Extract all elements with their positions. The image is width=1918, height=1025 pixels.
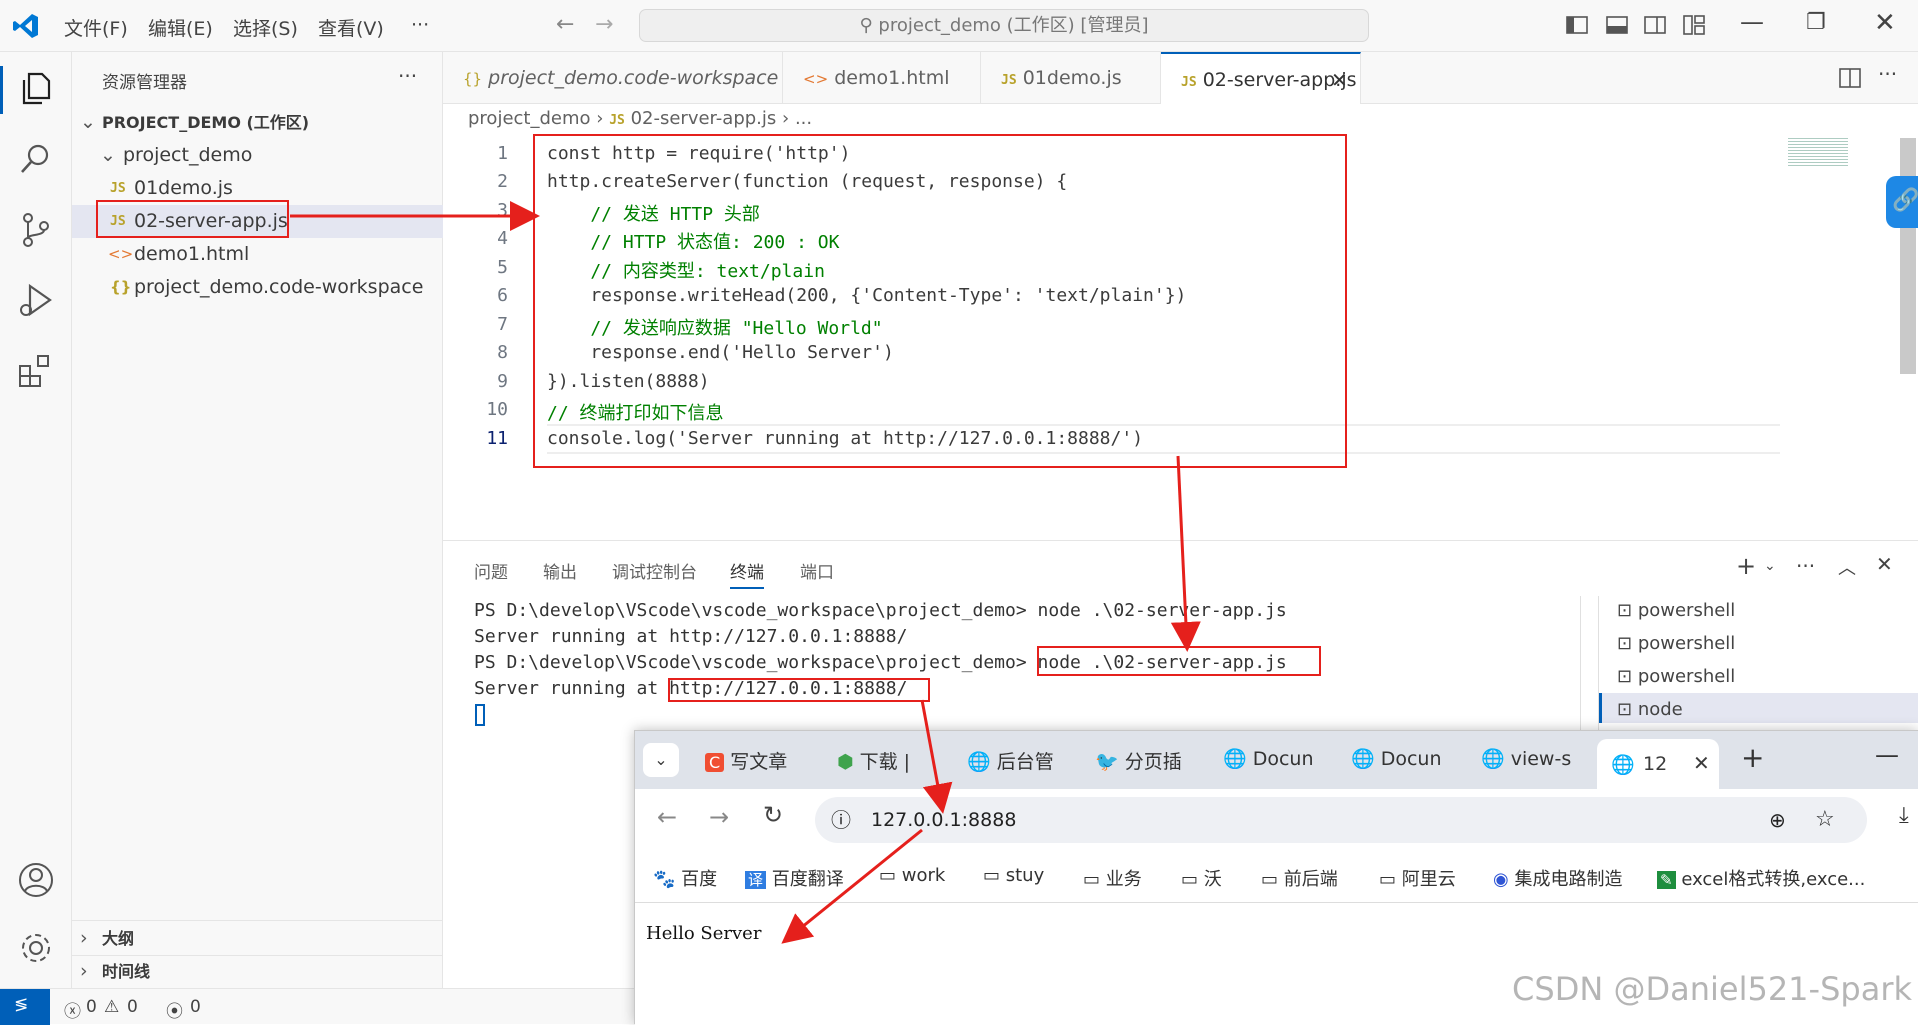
- arrow: [1170, 455, 1201, 652]
- watermark: CSDN @Daniel521-Spark: [1512, 970, 1912, 1008]
- arrow: [920, 699, 953, 814]
- annotation-arrows: [290, 201, 1201, 944]
- arrow: [781, 828, 923, 944]
